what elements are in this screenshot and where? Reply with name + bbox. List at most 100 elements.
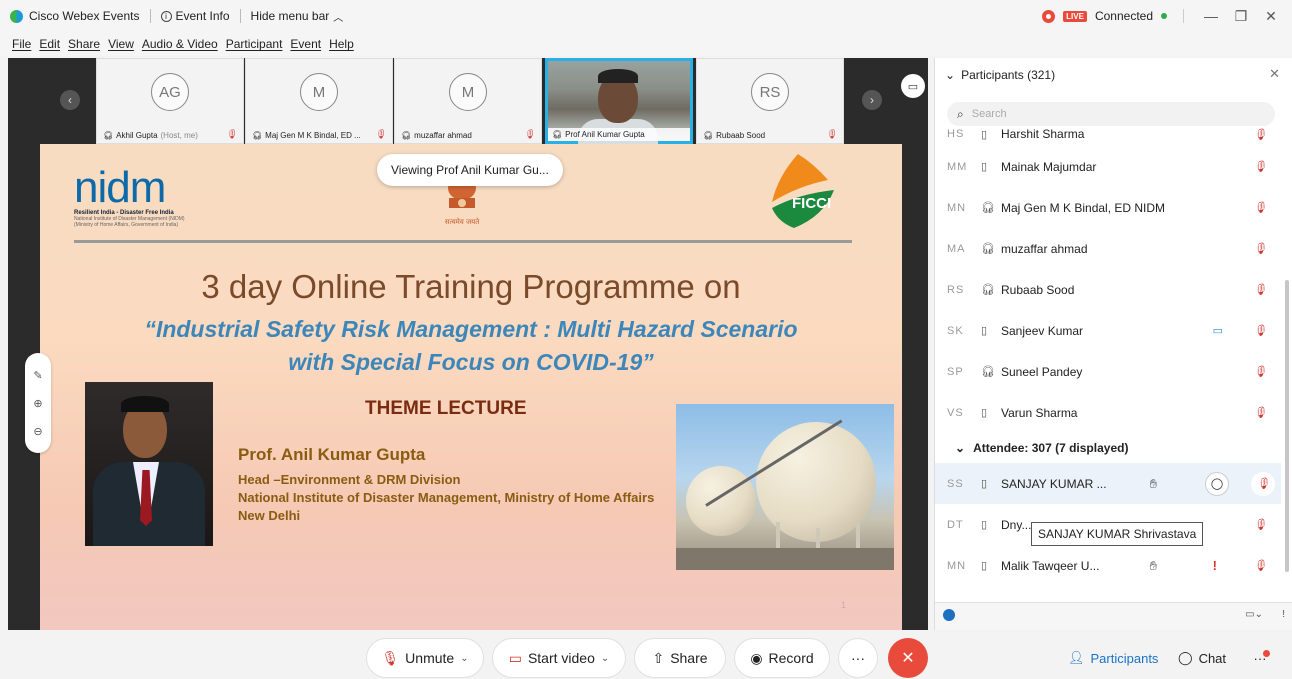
chevron-down-icon[interactable]: ⌄ xyxy=(601,653,609,664)
start-video-button[interactable]: ▭ Start video ⌄ xyxy=(492,638,626,678)
participant-row[interactable]: SK ▯ Sanjeev Kumar ▭ 🎙︎ xyxy=(935,310,1281,351)
attendee-row[interactable]: MN ▯ Malik Tawqeer U... ✋︎ ! 🎙︎ xyxy=(935,545,1281,586)
participant-initials: SP xyxy=(947,365,964,378)
mic-muted-icon: 🎙︎ xyxy=(1253,325,1267,337)
share-button[interactable]: ⇧ Share xyxy=(634,638,726,678)
tile-label: 🎧︎ Maj Gen M K Bindal, ED ... xyxy=(252,131,386,140)
participant-row[interactable]: MN 🎧︎ Maj Gen M K Bindal, ED NIDM 🎙︎ xyxy=(935,187,1281,228)
panel-scrollbar[interactable] xyxy=(1285,280,1289,572)
emblem-motto: सत्यमेव जयते xyxy=(445,217,480,226)
end-meeting-button[interactable]: ✕ xyxy=(888,638,928,678)
attendee-group-header[interactable]: ⌄ Attendee: 307 (7 displayed) xyxy=(935,433,1281,463)
divider xyxy=(239,9,241,23)
video-tile[interactable]: AG 🎧︎ Akhil Gupta (Host, me) 🎙︎ xyxy=(96,58,244,144)
video-tile[interactable]: RS 🎧︎ Rubaab Sood 🎙︎ xyxy=(696,58,844,144)
participant-row[interactable]: RS 🎧︎ Rubaab Sood 🎙︎ xyxy=(935,269,1281,310)
zoom-in-icon[interactable]: ⊕ xyxy=(33,397,42,410)
name-tooltip: SANJAY KUMAR Shrivastava xyxy=(1031,522,1204,546)
tile-label: 🎧︎ Rubaab Sood xyxy=(703,131,837,140)
headset-icon: 🎧︎ xyxy=(252,131,263,140)
restore-button[interactable]: ❐ xyxy=(1230,8,1252,25)
video-tile[interactable]: M 🎧︎ Maj Gen M K Bindal, ED ... 🎙︎ xyxy=(245,58,393,144)
menu-audio-video[interactable]: Audio & Video xyxy=(142,37,218,51)
participant-row[interactable]: HS ▯ Harshit Sharma 🎙︎ xyxy=(935,122,1281,146)
search-input[interactable]: Search xyxy=(972,108,1007,120)
headset-icon: 🎧︎ xyxy=(401,131,412,140)
close-panel-button[interactable]: ✕ xyxy=(1269,66,1280,82)
event-info-button[interactable]: i Event Info xyxy=(160,9,230,23)
slide-subtitle-line1: “Industrial Safety Risk Management : Mul… xyxy=(144,316,798,342)
participants-icon: 👤︎ xyxy=(1068,650,1085,665)
mic-muted-icon: 🎙︎ xyxy=(381,649,400,666)
participant-row[interactable]: MM ▯ Mainak Majumdar 🎙︎ xyxy=(935,146,1281,187)
divider xyxy=(1183,9,1184,23)
menu-view[interactable]: View xyxy=(108,37,134,51)
panel-menu-icon[interactable]: ▭⌄ xyxy=(1245,609,1263,620)
record-button[interactable]: ◉ Record xyxy=(734,638,830,678)
close-window-button[interactable]: ✕ xyxy=(1260,8,1282,25)
chat-with-attendee-button[interactable]: ◯ xyxy=(1205,471,1229,496)
storage-sphere xyxy=(686,466,756,536)
attendee-name: Malik Tawqeer U... xyxy=(1001,558,1100,573)
record-icon: ◉ xyxy=(750,649,763,666)
chevron-down-icon[interactable]: ⌄ xyxy=(460,653,468,664)
shared-slide: nidm Resilient India - Disaster Free Ind… xyxy=(40,144,902,630)
hide-menu-bar-button[interactable]: Hide menu bar ︿ xyxy=(251,9,344,24)
search-icon: ⌕ xyxy=(957,106,964,121)
menu-event[interactable]: Event xyxy=(290,37,321,51)
participants-tab-button[interactable]: 👤︎ Participants xyxy=(1058,638,1168,678)
menu-participant[interactable]: Participant xyxy=(226,37,283,51)
video-tile-active-speaker[interactable]: 🎧︎ Prof Anil Kumar Gupta xyxy=(545,58,693,147)
nidm-logo: nidm Resilient India - Disaster Free Ind… xyxy=(74,166,204,234)
filmstrip: ‹ AG 🎧︎ Akhil Gupta (Host, me) 🎙︎ M 🎧︎ M… xyxy=(8,58,928,147)
menu-edit[interactable]: Edit xyxy=(39,37,60,51)
chevron-up-icon: ︿ xyxy=(333,12,344,24)
recording-icon xyxy=(1042,9,1056,23)
event-info-label: Event Info xyxy=(175,9,230,23)
phone-icon: ▯ xyxy=(981,161,988,173)
filmstrip-next-button[interactable]: › xyxy=(862,90,882,110)
filmstrip-prev-button[interactable]: ‹ xyxy=(60,90,80,110)
headset-icon: 🎧︎ xyxy=(552,130,563,139)
tile-name: Akhil Gupta xyxy=(116,131,158,140)
menu-file[interactable]: File xyxy=(12,37,31,51)
attendee-row-selected[interactable]: SS ▯ SANJAY KUMAR ... ✋︎ ◯ 🎙︎ xyxy=(935,463,1281,504)
chat-icon: ◯ xyxy=(1178,650,1193,665)
mic-muted-icon[interactable]: 🎙︎ xyxy=(1251,471,1275,496)
participant-row[interactable]: MA 🎧︎ muzaffar ahmad 🎙︎ xyxy=(935,228,1281,269)
record-label: Record xyxy=(768,650,814,666)
speaker-city: New Delhi xyxy=(238,508,301,523)
attendee-name: SANJAY KUMAR ... xyxy=(1001,476,1107,491)
participant-row[interactable]: VS ▯ Varun Sharma 🎙︎ xyxy=(935,392,1281,433)
app-name: Cisco Webex Events xyxy=(10,9,140,23)
menu-help[interactable]: Help xyxy=(329,37,354,51)
layout-icon[interactable]: ▭ xyxy=(901,74,925,98)
participant-initials: VS xyxy=(947,406,964,419)
theme-lecture-heading: THEME LECTURE xyxy=(365,398,527,419)
industrial-plant-photo xyxy=(676,404,894,570)
more-panels-button[interactable]: ··· xyxy=(1238,638,1282,678)
participant-initials: MA xyxy=(947,242,966,255)
video-tile[interactable]: M 🎧︎ muzaffar ahmad 🎙︎ xyxy=(394,58,542,144)
hide-menu-label: Hide menu bar xyxy=(250,9,330,23)
participant-initials: RS xyxy=(947,283,965,296)
zoom-out-icon[interactable]: ⊖ xyxy=(33,425,42,438)
participant-name: Rubaab Sood xyxy=(1001,282,1075,297)
webex-status-icon[interactable] xyxy=(943,609,955,621)
mic-muted-icon: 🎙︎ xyxy=(1253,243,1267,255)
participant-row[interactable]: SP 🎧︎ Suneel Pandey 🎙︎ xyxy=(935,351,1281,392)
headset-icon: 🎧︎ xyxy=(103,131,114,140)
live-badge: LIVE xyxy=(1063,10,1087,22)
menu-share[interactable]: Share xyxy=(68,37,100,51)
chat-tab-button[interactable]: ◯ Chat xyxy=(1168,638,1236,678)
more-options-button[interactable]: ··· xyxy=(838,638,878,678)
minimize-button[interactable]: — xyxy=(1200,8,1222,24)
mic-muted-icon: 🎙︎ xyxy=(1253,284,1267,296)
speaker-institute: National Institute of Disaster Managemen… xyxy=(238,490,655,505)
attendee-count: Attendee: 307 (7 displayed) xyxy=(973,441,1129,455)
annotate-icon[interactable]: ✎ xyxy=(33,369,42,382)
unmute-button[interactable]: 🎙︎ Unmute ⌄ xyxy=(366,638,484,678)
avatar: RS xyxy=(751,73,789,111)
participants-header[interactable]: ⌄ Participants (321) xyxy=(945,68,1055,82)
panel-more-icon[interactable]: ! xyxy=(1282,609,1285,620)
